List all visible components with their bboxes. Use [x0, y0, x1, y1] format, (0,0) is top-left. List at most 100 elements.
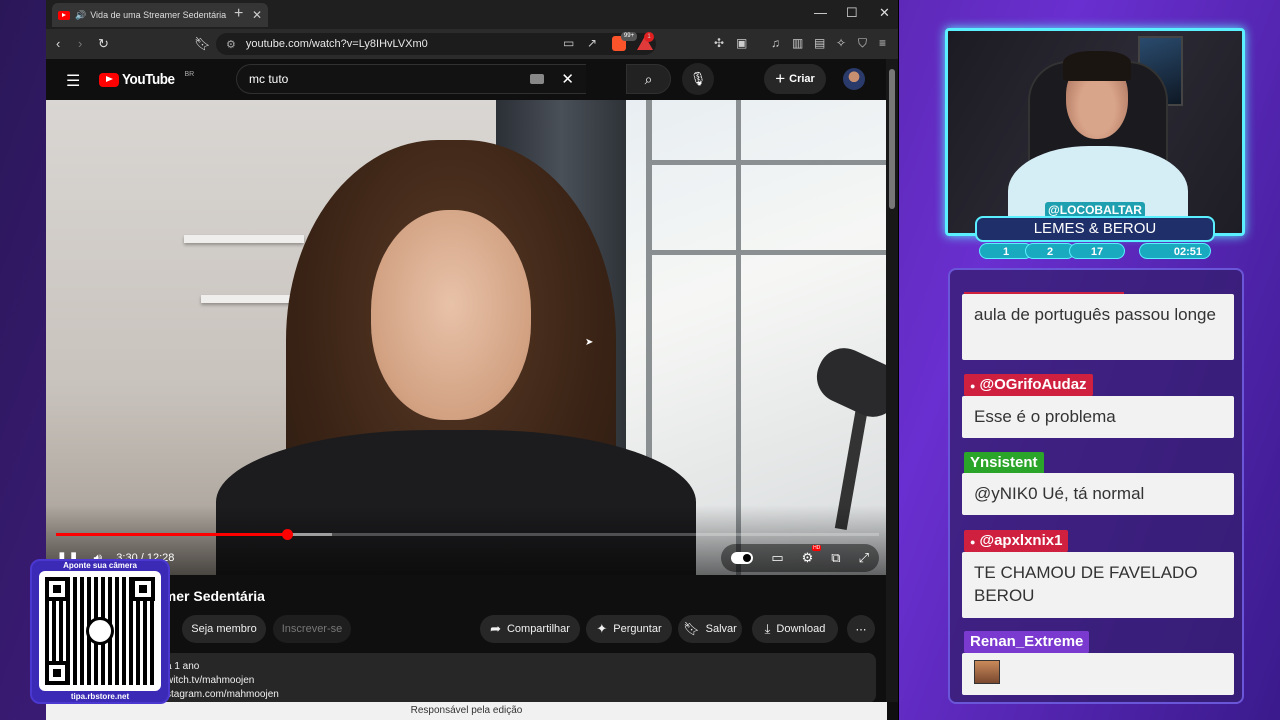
menu-icon[interactable]: ≡	[879, 36, 886, 50]
description-line: á 1 ano	[166, 661, 200, 672]
page-scrollbar[interactable]	[886, 59, 898, 702]
share-label: Compartilhar	[506, 623, 570, 635]
youtube-logo[interactable]: YouTube BR	[99, 71, 194, 88]
progress-bar[interactable]	[56, 529, 879, 540]
create-button[interactable]: + Criar	[764, 64, 826, 94]
search-value: mc tuto	[249, 72, 289, 86]
stat-bar: 1 2 17 02:51	[979, 243, 1211, 259]
description-box[interactable]: á 1 ano witch.tv/mahmoojen stagram.com/m…	[106, 653, 876, 703]
screenshot-icon[interactable]: ▣	[736, 36, 747, 50]
video-player[interactable]: ➤ ❚❚ 🔊︎ 3:30 / 12:28 ▭ ⚙ HD ⧉ ⤢	[46, 100, 887, 575]
sidebar-icon[interactable]: ▥	[792, 36, 803, 50]
keyboard-icon[interactable]	[530, 74, 544, 84]
qr-caption: Aponte sua câmera	[63, 561, 137, 570]
share-button[interactable]: ➦ Compartilhar	[480, 615, 580, 643]
voice-search-button[interactable]: 🎙︎	[682, 63, 714, 95]
chat-message: @yNIK0 Ué, tá normal	[962, 473, 1234, 515]
qr-url: tipa.rbstore.net	[70, 692, 130, 701]
footer-bar: Responsável pela edição	[46, 702, 887, 720]
qr-code	[39, 571, 161, 691]
create-label: Criar	[789, 73, 815, 85]
rewards-badge: 1	[644, 32, 654, 42]
new-tab-icon[interactable]: +	[234, 5, 243, 23]
close-tab-icon[interactable]: ✕	[252, 8, 262, 22]
country-code: BR	[184, 71, 195, 78]
wallet-icon[interactable]: ▤	[814, 36, 825, 50]
cast-icon[interactable]: ▭	[563, 36, 574, 50]
guide-menu-icon[interactable]: ☰	[66, 71, 80, 91]
stat-value: 2	[1025, 243, 1075, 259]
ask-button[interactable]: ✦ Perguntar	[586, 615, 672, 643]
badge-icon: ●	[970, 381, 976, 391]
chat-message: TE CHAMOU DE FAVELADO BEROU	[962, 552, 1234, 618]
video-shelf	[184, 235, 304, 243]
streamer-nameplate: @LOCOBALTAR LEMES & BEROU 1 2 17 02:51	[975, 202, 1215, 260]
description-link[interactable]: witch.tv/mahmoojen	[166, 674, 876, 688]
chat-username-text: Ynsistent	[970, 454, 1038, 471]
chat-panel: aula de português passou longe ● @OGrifoA…	[948, 268, 1244, 704]
leo-icon[interactable]: ✧	[836, 36, 846, 50]
subscribe-button[interactable]: Inscrever-se	[273, 615, 351, 643]
minimize-icon[interactable]: —	[814, 5, 827, 20]
description-link[interactable]: stagram.com/mahmoojen	[166, 688, 876, 702]
youtube-play-icon	[99, 72, 119, 87]
tab-title: Vida de uma Streamer Sedentária	[90, 10, 227, 20]
sparkle-icon: ✦	[596, 621, 608, 636]
browser-window: 🔊 Vida de uma Streamer Sedentária ✕ + — …	[46, 0, 899, 720]
address-bar: ‹ › ↻ 🔖︎ ⚙︎ youtube.com/watch?v=Ly8IHvLV…	[46, 29, 898, 59]
avatar[interactable]	[843, 68, 865, 90]
chat-username: Ynsistent	[964, 452, 1044, 474]
speaker-icon[interactable]: 🔊	[75, 10, 86, 21]
save-button[interactable]: 🔖︎ Salvar	[678, 615, 742, 643]
microphone-icon: 🎙︎	[689, 71, 707, 86]
bookmark-icon[interactable]: 🔖︎	[194, 36, 211, 52]
reload-icon[interactable]: ↻	[98, 36, 109, 52]
video-details: amer Sedentária Seja membro Inscrever-se…	[46, 575, 887, 705]
back-icon[interactable]: ‹	[56, 36, 60, 51]
extensions-icon[interactable]: ✣	[714, 36, 724, 50]
share-icon[interactable]: ↗	[587, 36, 597, 50]
chat-message: aula de português passou longe	[962, 294, 1234, 360]
right-controls: ▭ ⚙ HD ⧉ ⤢	[721, 544, 879, 572]
badge-icon: ●	[970, 537, 976, 547]
more-actions-button[interactable]: ⋯	[847, 615, 875, 643]
scrollbar-thumb[interactable]	[889, 69, 895, 209]
chat-message: Esse é o problema	[962, 396, 1234, 438]
clear-search-icon[interactable]: ✕	[561, 70, 574, 88]
share-icon: ➦	[490, 621, 501, 636]
more-icon: ⋯	[855, 623, 867, 636]
search-button[interactable]: ⌕	[626, 64, 671, 94]
played-bar	[56, 533, 288, 536]
autoplay-toggle[interactable]	[731, 552, 754, 564]
download-button[interactable]: ⤓ Download	[752, 615, 838, 643]
chat-username-text: Renan_Extreme	[970, 633, 1084, 650]
vpn-icon[interactable]: ⛉	[858, 36, 867, 51]
maximize-icon[interactable]: ☐	[846, 5, 858, 21]
music-icon[interactable]: ♫	[771, 36, 780, 50]
qr-code-panel: Aponte sua câmera tipa.rbstore.net	[30, 559, 170, 704]
chat-username: ● @OGrifoAudaz	[964, 374, 1093, 396]
stat-value: 17	[1069, 243, 1125, 259]
forward-icon[interactable]: ›	[78, 36, 82, 51]
youtube-favicon-icon	[58, 10, 70, 20]
video-person-face	[371, 210, 531, 420]
close-window-icon[interactable]: ✕	[879, 5, 890, 21]
chat-emote-icon	[974, 660, 1000, 684]
url-text: youtube.com/watch?v=Ly8IHvLVXm0	[245, 38, 428, 50]
fullscreen-icon[interactable]: ⤢	[859, 550, 869, 566]
join-label: Seja membro	[191, 623, 257, 635]
team-names: LEMES & BEROU	[975, 216, 1215, 242]
settings-icon[interactable]: ⚙ HD	[802, 545, 822, 566]
download-label: Download	[776, 623, 826, 635]
subtitles-icon[interactable]: ▭	[771, 550, 783, 566]
brave-badge: 99+	[621, 32, 637, 41]
youtube-header: ☰ YouTube BR mc tuto ✕ ⌕ 🎙︎ + Criar	[46, 59, 889, 100]
plus-icon: +	[775, 69, 786, 88]
subscribe-label: Inscrever-se	[281, 623, 343, 635]
site-info-icon[interactable]: ⚙︎	[226, 38, 236, 51]
join-button[interactable]: Seja membro	[182, 615, 266, 643]
save-label: Salvar	[705, 623, 737, 635]
miniplayer-icon[interactable]: ⧉	[831, 550, 840, 566]
chat-username-text: @apxlxnix1	[979, 532, 1063, 549]
search-input[interactable]: mc tuto ✕	[236, 64, 586, 94]
